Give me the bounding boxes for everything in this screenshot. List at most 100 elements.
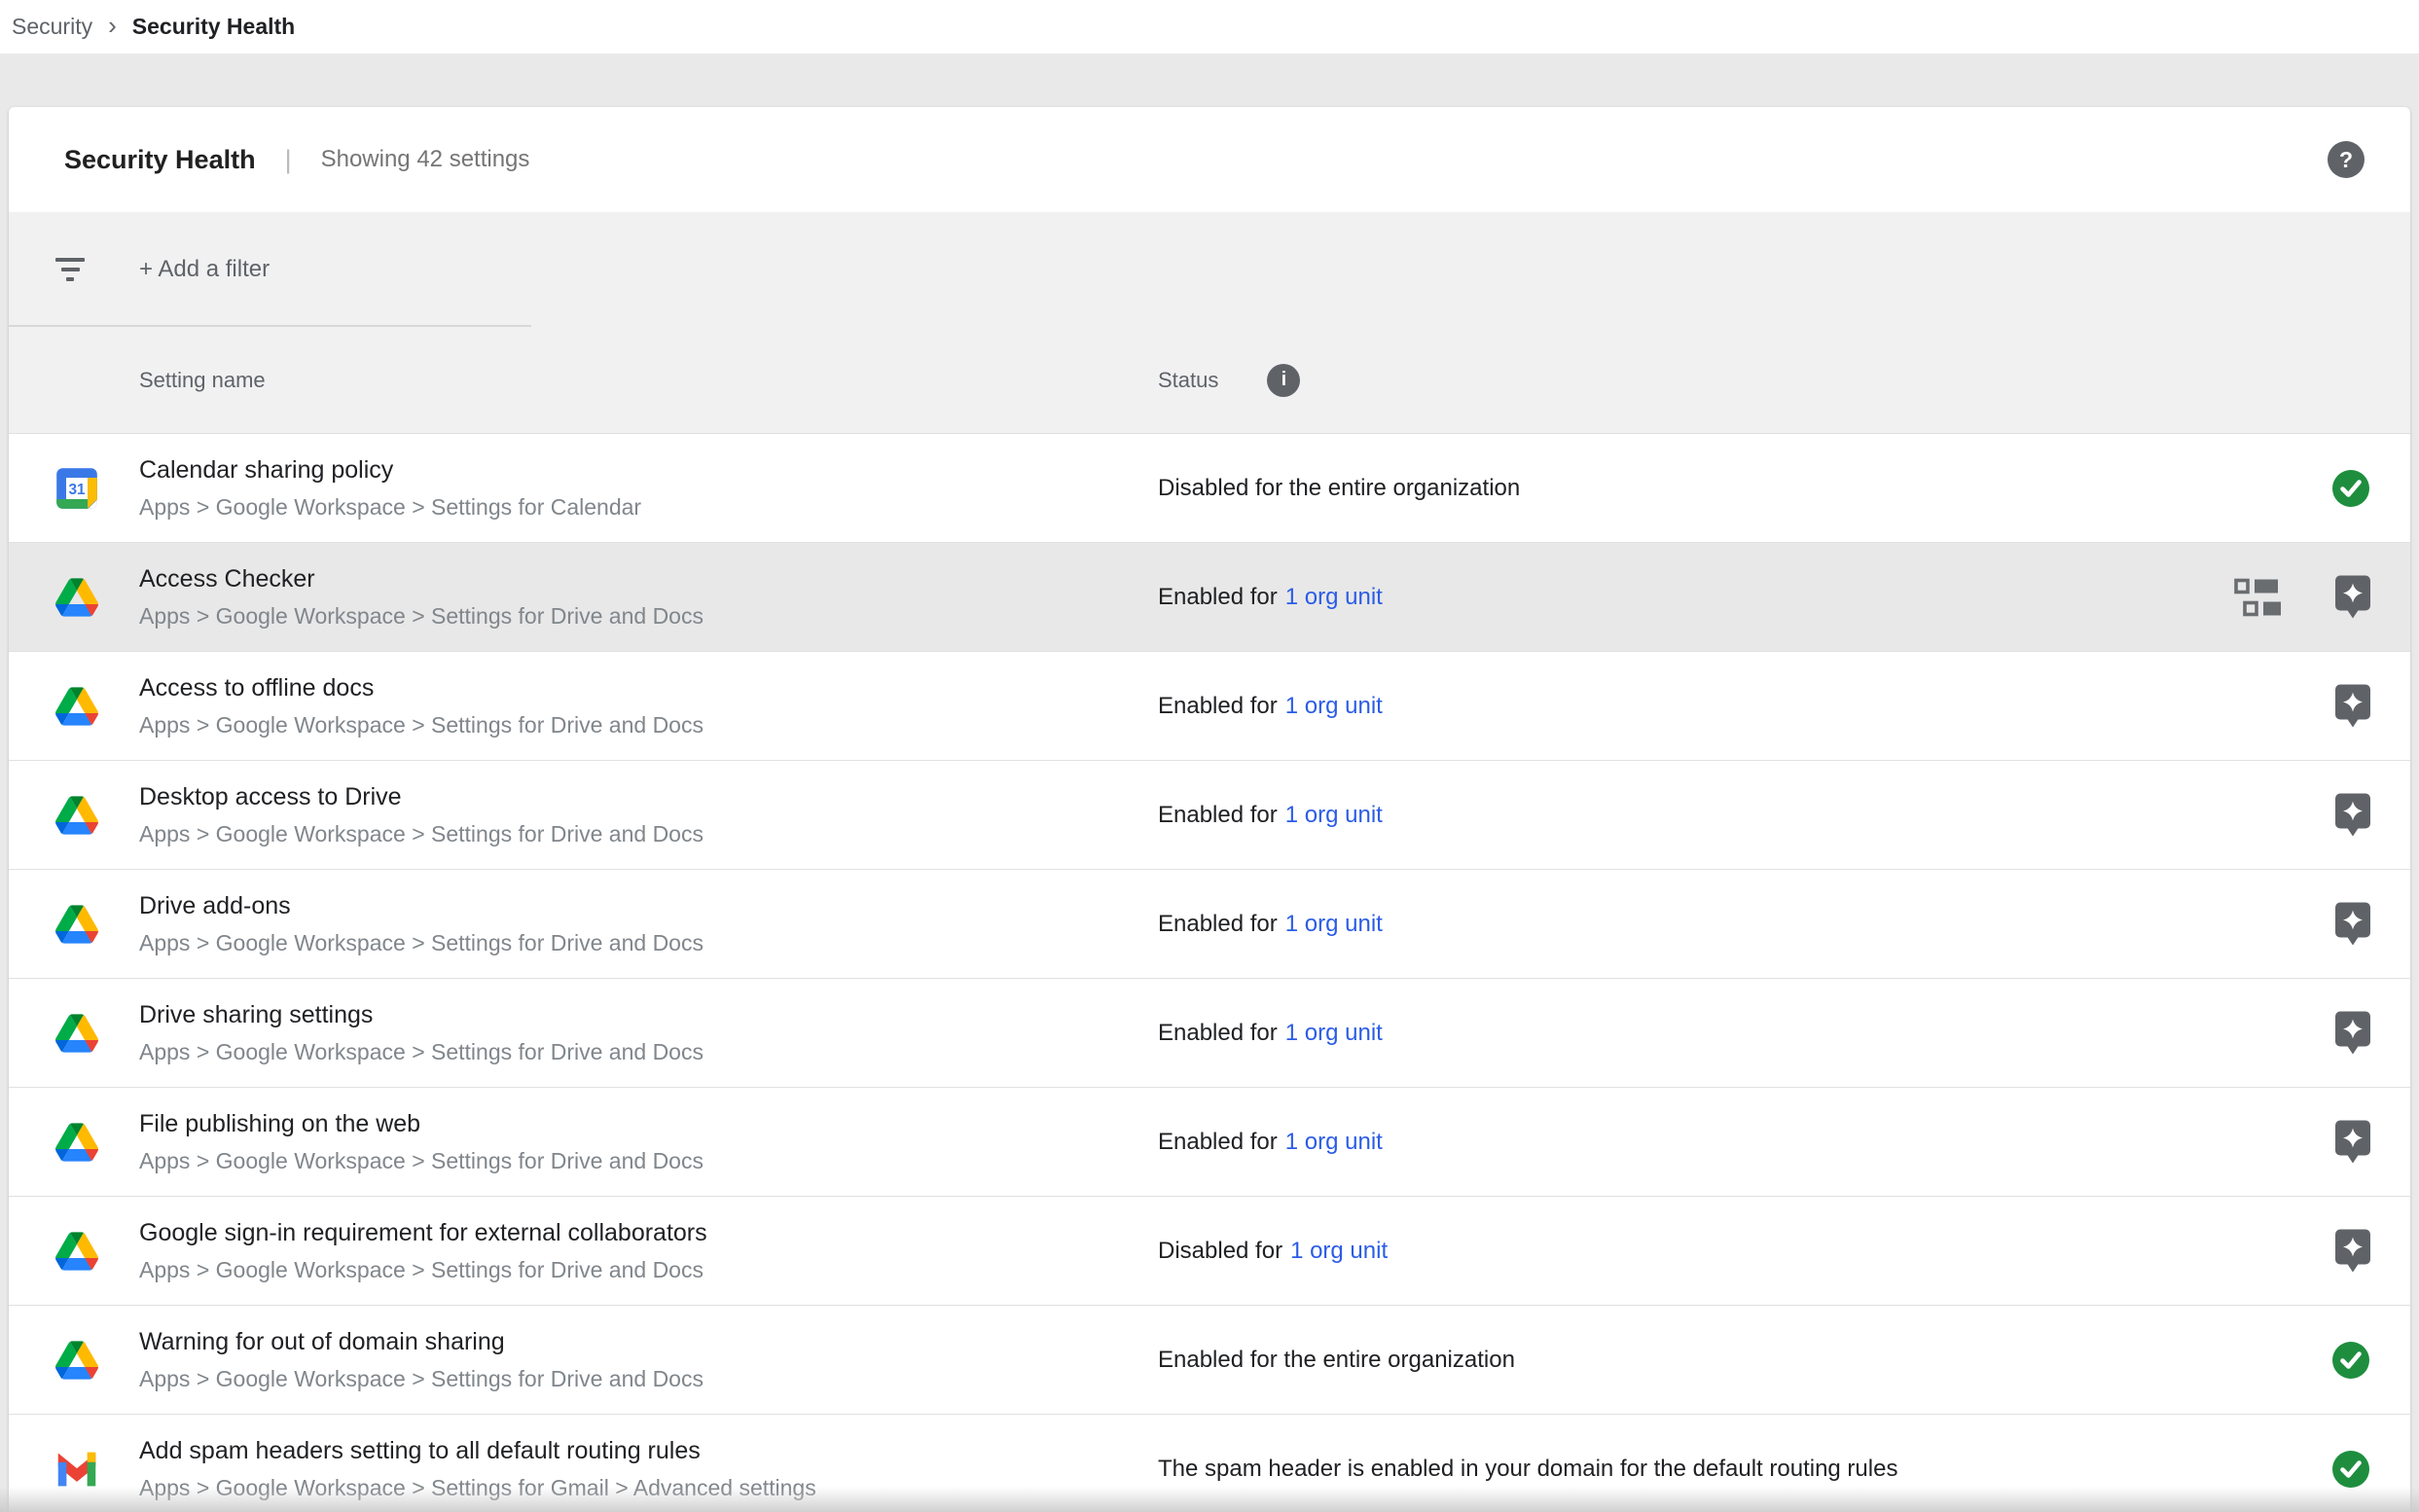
row-trailing-icons xyxy=(2331,1341,2370,1380)
setting-text-block: Drive sharing settings Apps > Google Wor… xyxy=(139,1001,704,1065)
drive-icon xyxy=(55,1012,98,1055)
status-cell: Disabled for the entire organization xyxy=(1158,475,1520,502)
setting-name: Access to offline docs xyxy=(139,674,704,702)
setting-text-block: Drive add-ons Apps > Google Workspace > … xyxy=(139,892,704,956)
row-trailing-icons xyxy=(2335,684,2370,728)
drive-icon xyxy=(55,1230,98,1273)
breadcrumb-chevron-icon: › xyxy=(108,11,117,41)
status-cell: Enabled for 1 org unit xyxy=(1158,1129,1383,1156)
recommendation-badge-icon[interactable] xyxy=(2335,902,2370,946)
drive-icon xyxy=(55,903,98,946)
row-trailing-icons xyxy=(2335,902,2370,946)
table-row[interactable]: 31 Access to offline docs App xyxy=(9,652,2410,761)
recommendation-badge-icon[interactable] xyxy=(2335,684,2370,728)
table-row[interactable]: 31 Calendar sharing policy Ap xyxy=(9,434,2410,543)
setting-path: Apps > Google Workspace > Settings for D… xyxy=(139,712,704,738)
setting-text-block: Desktop access to Drive Apps > Google Wo… xyxy=(139,783,704,847)
status-text: Disabled for xyxy=(1158,1238,1282,1265)
org-unit-link[interactable]: 1 org unit xyxy=(1285,1020,1383,1047)
setting-path: Apps > Google Workspace > Settings for D… xyxy=(139,603,704,630)
table-row[interactable]: 31 Drive sharing settings App xyxy=(9,979,2410,1088)
status-text: Enabled for xyxy=(1158,802,1278,829)
status-cell: The spam header is enabled in your domai… xyxy=(1158,1456,1897,1483)
recommendation-badge-icon[interactable] xyxy=(2335,1229,2370,1273)
filter-bar: + Add a filter xyxy=(9,212,2410,327)
status-text: Enabled for xyxy=(1158,1020,1278,1047)
row-trailing-icons xyxy=(2335,1011,2370,1055)
status-ok-icon xyxy=(2331,469,2370,508)
setting-name: Add spam headers setting to all default … xyxy=(139,1437,816,1465)
setting-name: Drive sharing settings xyxy=(139,1001,704,1029)
column-setting-name: Setting name xyxy=(139,368,266,393)
drive-icon xyxy=(55,576,98,619)
status-text: Disabled for the entire organization xyxy=(1158,475,1520,502)
setting-name: Calendar sharing policy xyxy=(139,456,641,485)
settings-table-body: 31 Calendar sharing policy Ap xyxy=(9,434,2410,1512)
recommendation-badge-icon[interactable] xyxy=(2335,1011,2370,1055)
drive-icon xyxy=(55,794,98,837)
table-row[interactable]: 31 File publishing on the web xyxy=(9,1088,2410,1197)
setting-path: Apps > Google Workspace > Settings for D… xyxy=(139,1366,704,1392)
row-trailing-icons xyxy=(2335,793,2370,837)
recommendation-badge-icon[interactable] xyxy=(2335,793,2370,837)
status-cell: Enabled for 1 org unit xyxy=(1158,693,1383,720)
table-header: Setting name Status i xyxy=(9,327,2410,434)
app-icon: 31 xyxy=(55,1230,98,1273)
page-background-gap xyxy=(0,54,2419,107)
table-row[interactable]: 31 Google sign-in requirement for e xyxy=(9,1197,2410,1306)
filter-icon[interactable] xyxy=(55,258,85,281)
setting-name: File publishing on the web xyxy=(139,1110,704,1138)
settings-count: Showing 42 settings xyxy=(321,146,530,173)
org-unit-link[interactable]: 1 org unit xyxy=(1285,1129,1383,1156)
status-ok-icon xyxy=(2331,1341,2370,1380)
table-row[interactable]: 31 Warning for out of domain sharin xyxy=(9,1306,2410,1415)
org-unit-link[interactable]: 1 org unit xyxy=(1285,693,1383,720)
table-row[interactable]: 31 Drive add-ons Apps > Googl xyxy=(9,870,2410,979)
row-trailing-icons xyxy=(2234,575,2370,619)
setting-text-block: Warning for out of domain sharing Apps >… xyxy=(139,1328,704,1392)
app-icon: 31 xyxy=(55,1121,98,1164)
setting-name: Drive add-ons xyxy=(139,892,704,920)
app-icon: 31 xyxy=(55,1012,98,1055)
gmail-icon xyxy=(55,1448,98,1491)
app-icon: 31 xyxy=(55,794,98,837)
setting-name: Access Checker xyxy=(139,565,704,594)
setting-path: Apps > Google Workspace > Settings for D… xyxy=(139,1148,704,1174)
column-status: Status i xyxy=(1158,364,1300,397)
status-info-icon[interactable]: i xyxy=(1267,364,1300,397)
org-units-grid-icon[interactable] xyxy=(2234,578,2281,616)
row-trailing-icons xyxy=(2331,469,2370,508)
status-text: Enabled for the entire organization xyxy=(1158,1347,1515,1374)
setting-text-block: Calendar sharing policy Apps > Google Wo… xyxy=(139,456,641,521)
help-icon[interactable]: ? xyxy=(2328,141,2365,178)
row-trailing-icons xyxy=(2335,1120,2370,1164)
table-row[interactable]: 31 Access Checker Apps > Goog xyxy=(9,543,2410,652)
recommendation-badge-icon[interactable] xyxy=(2335,1120,2370,1164)
org-unit-link[interactable]: 1 org unit xyxy=(1285,911,1383,938)
card-header: Security Health | Showing 42 settings ? xyxy=(9,107,2410,212)
setting-path: Apps > Google Workspace > Settings for C… xyxy=(139,494,641,521)
org-unit-link[interactable]: 1 org unit xyxy=(1290,1238,1388,1265)
drive-icon xyxy=(55,685,98,728)
table-row[interactable]: 31 Desktop access to Drive Ap xyxy=(9,761,2410,870)
setting-path: Apps > Google Workspace > Settings for D… xyxy=(139,930,704,956)
org-unit-link[interactable]: 1 org unit xyxy=(1285,802,1383,829)
recommendation-badge-icon[interactable] xyxy=(2335,575,2370,619)
add-filter-button[interactable]: + Add a filter xyxy=(139,256,270,283)
setting-path: Apps > Google Workspace > Settings for D… xyxy=(139,821,704,847)
setting-text-block: Access Checker Apps > Google Workspace >… xyxy=(139,565,704,630)
breadcrumb-parent-link[interactable]: Security xyxy=(12,14,92,40)
setting-text-block: Google sign-in requirement for external … xyxy=(139,1219,707,1283)
drive-icon xyxy=(55,1339,98,1382)
org-unit-link[interactable]: 1 org unit xyxy=(1285,584,1383,611)
status-cell: Enabled for 1 org unit xyxy=(1158,584,1383,611)
column-status-label: Status xyxy=(1158,368,1218,393)
table-row[interactable]: 31 Add spam headers setting to all xyxy=(9,1415,2410,1512)
drive-icon xyxy=(55,1121,98,1164)
app-icon: 31 xyxy=(55,1339,98,1382)
setting-path: Apps > Google Workspace > Settings for D… xyxy=(139,1039,704,1065)
status-cell: Enabled for 1 org unit xyxy=(1158,911,1383,938)
breadcrumb-current: Security Health xyxy=(132,14,295,40)
setting-path: Apps > Google Workspace > Settings for D… xyxy=(139,1257,707,1283)
setting-path: Apps > Google Workspace > Settings for G… xyxy=(139,1475,816,1501)
